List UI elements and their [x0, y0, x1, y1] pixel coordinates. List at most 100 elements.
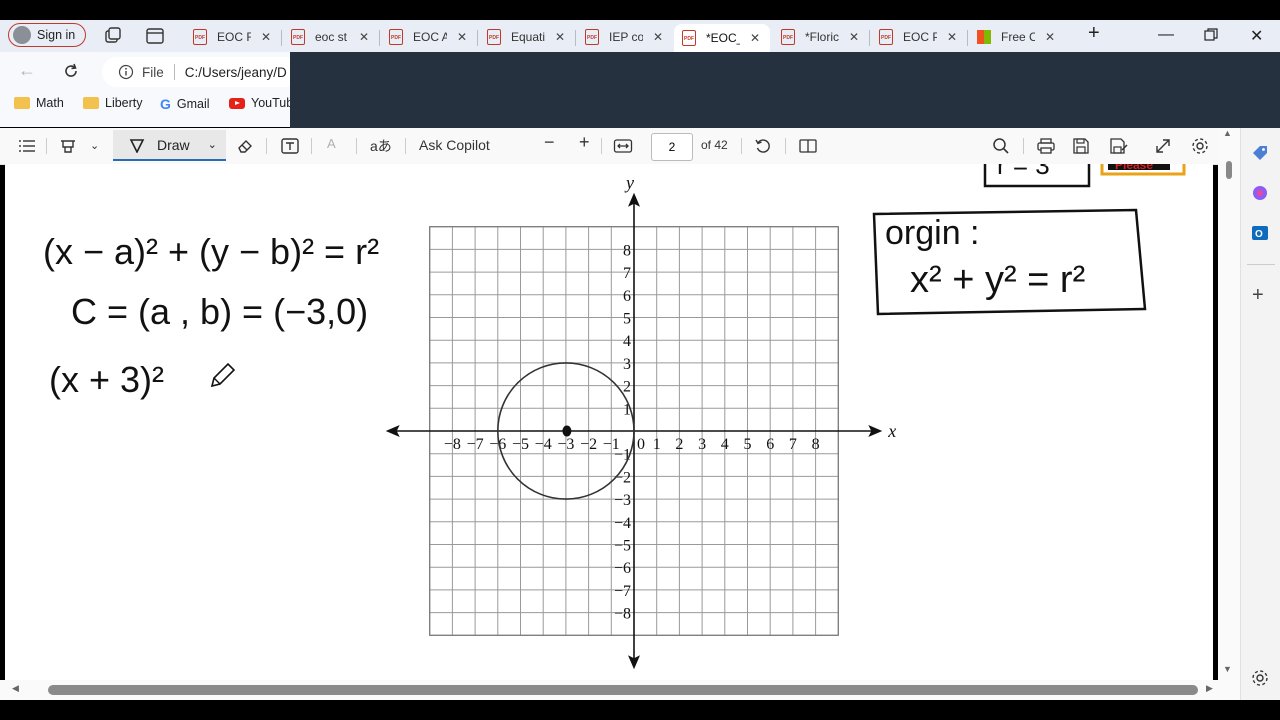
tab-title: Equati: [511, 30, 545, 44]
close-tab-icon[interactable]: ✕: [359, 30, 369, 44]
x-tick-label: 7: [789, 436, 797, 453]
scroll-right-icon[interactable]: ▶: [1206, 683, 1213, 694]
url-field[interactable]: File C:/Users/jeany/D: [102, 57, 302, 87]
folder-icon: [14, 97, 30, 109]
microsoft-icon: [977, 30, 991, 44]
highlight-icon[interactable]: [60, 137, 78, 155]
url-text: C:/Users/jeany/D: [184, 64, 287, 80]
tab-0[interactable]: PDF EOC F ✕: [185, 24, 281, 50]
scheme-label: File: [142, 64, 164, 80]
close-tab-icon[interactable]: ✕: [947, 30, 957, 44]
tab-6[interactable]: PDF *Floric ✕: [773, 24, 869, 50]
add-icon[interactable]: +: [1252, 284, 1264, 307]
tab-title: *Floric: [805, 30, 839, 44]
page-view-icon[interactable]: [798, 137, 818, 155]
scroll-left-icon[interactable]: ◀: [12, 683, 19, 694]
save-icon[interactable]: [1072, 137, 1090, 155]
pdf-icon: PDF: [879, 29, 893, 45]
info-icon[interactable]: [118, 64, 134, 80]
tab-title: EOC P: [903, 30, 937, 44]
bookmark-math[interactable]: Math: [14, 96, 64, 110]
vertical-scrollbar[interactable]: ▲ ▼: [1218, 128, 1240, 680]
text-box-icon[interactable]: [280, 137, 300, 155]
bookmark-label: Gmail: [176, 97, 210, 111]
y-tick-label: −8: [614, 606, 631, 623]
bookmark-label: Math: [36, 96, 64, 110]
close-tab-icon[interactable]: ✕: [261, 30, 271, 44]
horizontal-scrollbar[interactable]: ◀ ▶: [0, 680, 1240, 700]
settings-icon[interactable]: [1190, 136, 1210, 156]
svg-text:O: O: [1255, 229, 1263, 240]
pdf-icon: PDF: [487, 29, 501, 45]
zoom-out-button[interactable]: −: [544, 132, 555, 153]
tab-title: *EOC_: [706, 31, 740, 45]
save-as-icon[interactable]: [1109, 137, 1129, 155]
rotate-icon[interactable]: [754, 137, 772, 155]
fit-width-icon[interactable]: [613, 138, 633, 154]
scroll-down-icon[interactable]: ▼: [1223, 664, 1232, 674]
draw-button[interactable]: Draw ⌄: [113, 130, 226, 161]
x-tick-label: −3: [557, 436, 574, 453]
read-aloud-icon[interactable]: A: [327, 136, 336, 151]
tab-actions-icon[interactable]: [145, 26, 165, 46]
close-tab-icon[interactable]: ✕: [849, 30, 859, 44]
close-tab-icon[interactable]: ✕: [750, 31, 760, 45]
horizontal-scroll-thumb[interactable]: [48, 685, 1198, 695]
search-icon[interactable]: [992, 137, 1010, 155]
page-number-input[interactable]: 2: [651, 133, 693, 161]
bookmark-gmail[interactable]: G Gmail: [160, 96, 210, 112]
refresh-icon[interactable]: [62, 62, 80, 80]
close-tab-icon[interactable]: ✕: [457, 30, 467, 44]
copilot-icon[interactable]: [1251, 184, 1269, 202]
close-tab-icon[interactable]: ✕: [1045, 30, 1055, 44]
y-axis-label: y: [624, 173, 634, 193]
expand-icon[interactable]: [1154, 137, 1172, 155]
close-tab-icon[interactable]: ✕: [653, 30, 663, 44]
pdf-icon: PDF: [389, 29, 403, 45]
tab-4[interactable]: PDF IEP co ✕: [577, 24, 673, 50]
zoom-in-button[interactable]: +: [579, 132, 590, 153]
tab-1[interactable]: PDF eoc st ✕: [283, 24, 379, 50]
tab-8[interactable]: Free C ✕: [969, 24, 1065, 50]
vertical-scroll-thumb[interactable]: [1226, 161, 1232, 179]
translate-icon[interactable]: aあ: [370, 136, 392, 156]
x-tick-label: −5: [512, 436, 529, 453]
y-tick-label: −2: [614, 469, 631, 486]
chevron-down-icon[interactable]: ⌄: [208, 138, 217, 151]
close-tab-icon[interactable]: ✕: [555, 30, 565, 44]
new-tab-button[interactable]: +: [1088, 22, 1100, 45]
eraser-icon[interactable]: [236, 137, 254, 155]
handwritten-partial: (x + 3)²: [49, 359, 164, 400]
outlook-icon[interactable]: O: [1251, 224, 1269, 242]
bookmark-liberty[interactable]: Liberty: [83, 96, 143, 110]
contents-icon[interactable]: [18, 138, 36, 154]
address-bar-area: ← File C:/Users/jeany/D Math Liberty G G…: [0, 52, 302, 127]
tag-icon[interactable]: [1251, 144, 1269, 162]
close-window-button[interactable]: ✕: [1250, 26, 1263, 46]
chevron-down-icon[interactable]: ⌄: [90, 139, 99, 152]
pdf-icon: PDF: [585, 29, 599, 45]
tab-5[interactable]: PDF *EOC_ ✕: [674, 24, 770, 52]
ask-copilot-button[interactable]: Ask Copilot: [419, 137, 490, 153]
y-tick-label: −7: [614, 583, 631, 600]
toolbar-divider: [601, 138, 602, 154]
y-tick-label: 2: [623, 379, 631, 396]
tab-strip: Sign in PDF EOC F ✕ PDF eoc st ✕ PDF EOC A ✕ PDF E…: [0, 20, 1280, 52]
bookmark-youtube[interactable]: YouTub: [229, 96, 293, 110]
workspaces-icon[interactable]: [103, 26, 123, 46]
url-divider: [173, 64, 175, 80]
tab-title: eoc st: [315, 30, 348, 44]
draw-label: Draw: [157, 136, 190, 153]
minimize-button[interactable]: —: [1158, 26, 1174, 44]
scroll-up-icon[interactable]: ▲: [1223, 128, 1232, 138]
tab-2[interactable]: PDF EOC A ✕: [381, 24, 477, 50]
tab-divider: [575, 30, 576, 46]
print-icon[interactable]: [1036, 137, 1056, 155]
sidebar-settings-icon[interactable]: [1250, 668, 1270, 688]
restore-icon[interactable]: [1204, 28, 1218, 42]
back-icon[interactable]: ←: [18, 60, 36, 81]
toolbar-divider: [266, 138, 267, 154]
sign-in-button[interactable]: Sign in: [8, 23, 87, 47]
tab-3[interactable]: PDF Equati ✕: [479, 24, 575, 50]
tab-7[interactable]: PDF EOC P ✕: [871, 24, 967, 50]
